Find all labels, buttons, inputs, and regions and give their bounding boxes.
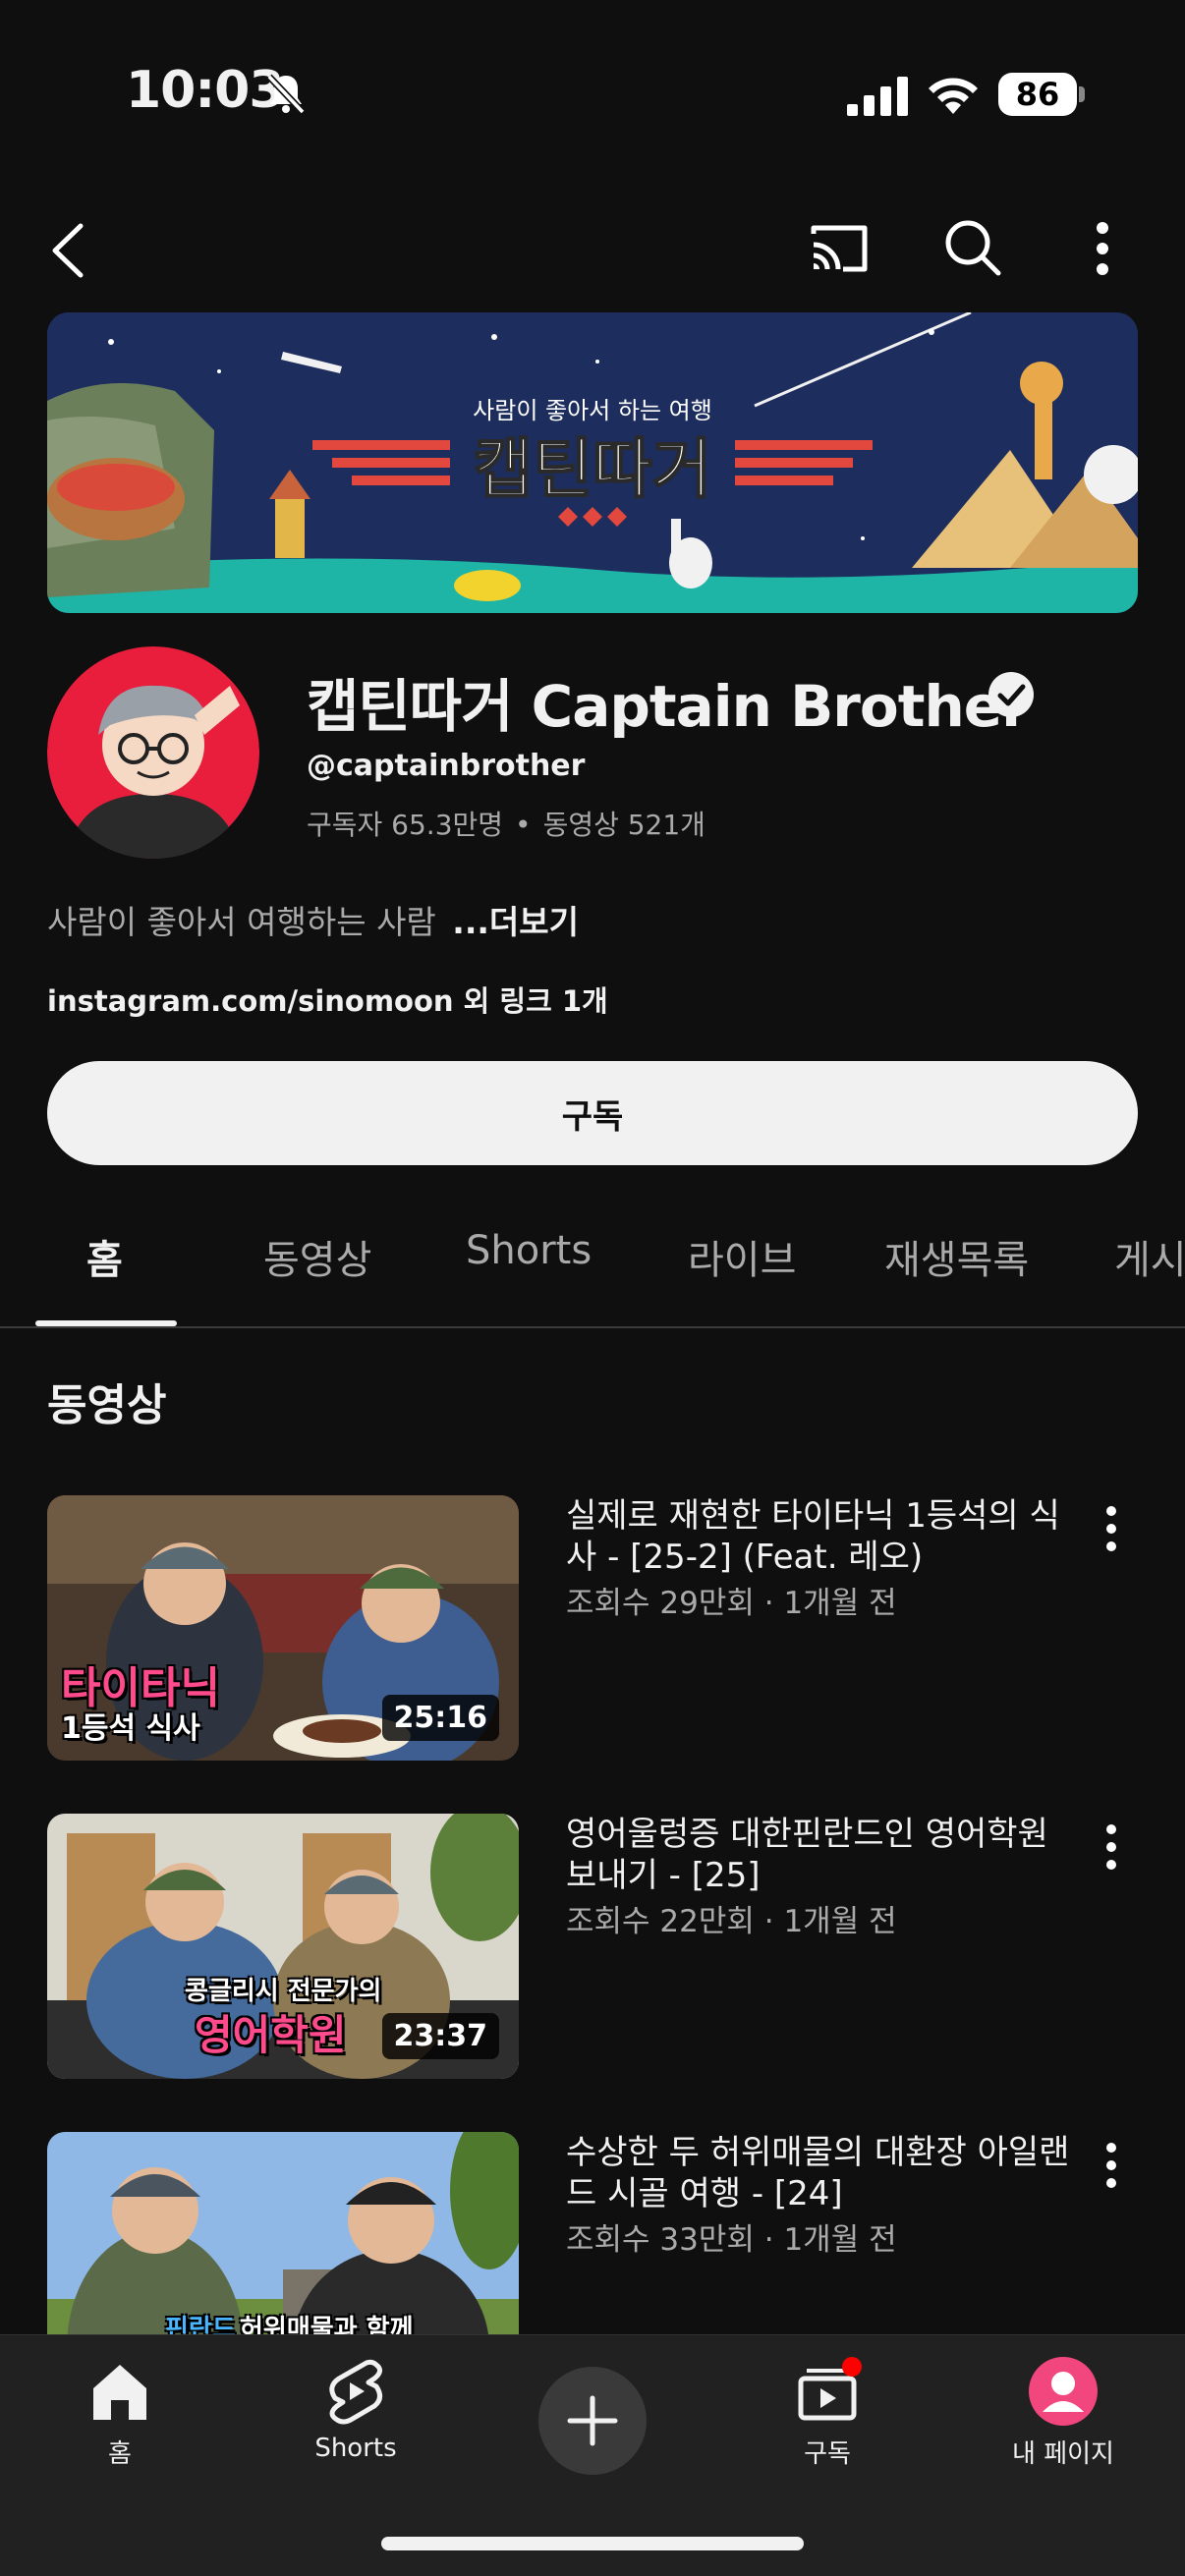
channel-banner: 사람이 좋아서 하는 여행 캡틴따거 [47, 312, 1138, 613]
video-meta: 조회수 29만회 · 1개월 전 [566, 1586, 897, 1621]
video-item[interactable]: 타이타닉 1등석 식사 25:16 실제로 재현한 타이타닉 1등석의 식사 -… [47, 1495, 1138, 1761]
search-icon[interactable] [941, 216, 1004, 279]
video-meta: 조회수 33만회 · 1개월 전 [566, 2222, 897, 2258]
thumbnail-caption: 1등석 식사 [61, 1711, 200, 1746]
home-icon [93, 2365, 146, 2420]
more-icon[interactable] [1097, 1501, 1126, 1556]
signal-icon [847, 77, 908, 116]
more-icon[interactable] [1097, 2138, 1126, 2193]
nav-home[interactable]: 홈 [41, 2357, 198, 2470]
video-title[interactable]: 실제로 재현한 타이타닉 1등석의 식사 - [25-2] (Feat. 레오) [566, 1495, 1077, 1578]
shorts-icon [329, 2359, 382, 2425]
video-thumbnail[interactable]: 콩글리시 전문가의 영어학원 23:37 [47, 1814, 519, 2079]
active-tab-indicator [35, 1320, 177, 1326]
video-duration: 25:16 [381, 1695, 499, 1741]
tab-home[interactable]: 홈 [86, 1228, 123, 1285]
nav-subscriptions[interactable]: 구독 [749, 2357, 906, 2470]
status-time: 10:03 [126, 61, 285, 120]
channel-avatar[interactable] [47, 646, 259, 859]
tab-playlists[interactable]: 재생목록 [884, 1228, 1029, 1285]
mute-icon [266, 74, 306, 115]
section-title: 동영상 [47, 1380, 167, 1430]
video-thumbnail[interactable]: 타이타닉 1등석 식사 25:16 [47, 1495, 519, 1761]
video-title[interactable]: 수상한 두 허위매물의 대환장 아일랜드 시골 여행 - [24] [566, 2132, 1077, 2214]
back-icon[interactable] [43, 218, 102, 283]
subscriber-count: 구독자 65.3만명 [307, 809, 504, 841]
channel-stats: 구독자 65.3만명 • 동영상 521개 [307, 804, 705, 843]
tab-videos[interactable]: 동영상 [263, 1228, 371, 1285]
nav-shorts-label: Shorts [314, 2434, 397, 2463]
subscriptions-icon [798, 2357, 862, 2421]
nav-my-page[interactable]: 내 페이지 [985, 2357, 1142, 2470]
stats-separator: • [515, 809, 532, 841]
channel-description[interactable]: 사람이 좋아서 여행하는 사람 ...더보기 [47, 896, 579, 943]
nav-home-label: 홈 [108, 2439, 132, 2469]
video-title[interactable]: 영어울렁증 대한핀란드인 영어학원 보내기 - [25] [566, 1814, 1077, 1896]
channel-handle: @captainbrother [307, 749, 586, 783]
subscribe-button[interactable]: 구독 [47, 1061, 1138, 1165]
tab-live[interactable]: 라이브 [688, 1228, 796, 1285]
nav-my-page-label: 내 페이지 [1012, 2439, 1114, 2469]
tab-shorts[interactable]: Shorts [466, 1228, 592, 1273]
create-icon [567, 2395, 618, 2446]
video-count: 동영상 521개 [542, 809, 705, 841]
nav-shorts[interactable]: Shorts [277, 2357, 434, 2463]
tab-posts[interactable]: 게시 [1114, 1228, 1185, 1285]
video-item[interactable]: 콩글리시 전문가의 영어학원 23:37 영어울렁증 대한핀란드인 영어학원 보… [47, 1814, 1138, 2079]
notification-dot [842, 2357, 862, 2377]
channel-name: 캡틴따거 Captain Brother [307, 673, 1030, 740]
wifi-icon [929, 78, 978, 114]
more-link[interactable]: ...더보기 [452, 903, 579, 941]
battery-tip [1079, 86, 1085, 102]
banner-logo-text: 캡틴따거 [474, 431, 712, 507]
status-bar: 10:03 86 [0, 0, 1185, 187]
verified-icon [988, 672, 1034, 717]
cast-icon[interactable] [808, 218, 871, 281]
battery-indicator: 86 [998, 73, 1077, 116]
create-button[interactable] [538, 2367, 647, 2475]
more-icon[interactable] [1097, 1820, 1126, 1875]
top-navigation [0, 206, 1185, 295]
banner-tagline: 사람이 좋아서 하는 여행 [473, 397, 712, 424]
nav-subscriptions-label: 구독 [804, 2439, 851, 2469]
video-duration: 23:37 [381, 2013, 499, 2059]
profile-icon [1029, 2357, 1098, 2426]
video-meta: 조회수 22만회 · 1개월 전 [566, 1904, 897, 1939]
channel-links[interactable]: instagram.com/sinomoon 외 링크 1개 [47, 979, 608, 1020]
thumbnail-caption: 영어학원 [195, 2011, 347, 2059]
home-indicator[interactable] [381, 2537, 804, 2550]
more-icon[interactable] [1081, 216, 1124, 281]
description-text: 사람이 좋아서 여행하는 사람 [47, 903, 436, 941]
channel-tabs: 홈 동영상 Shorts 라이브 재생목록 게시 [0, 1199, 1185, 1328]
